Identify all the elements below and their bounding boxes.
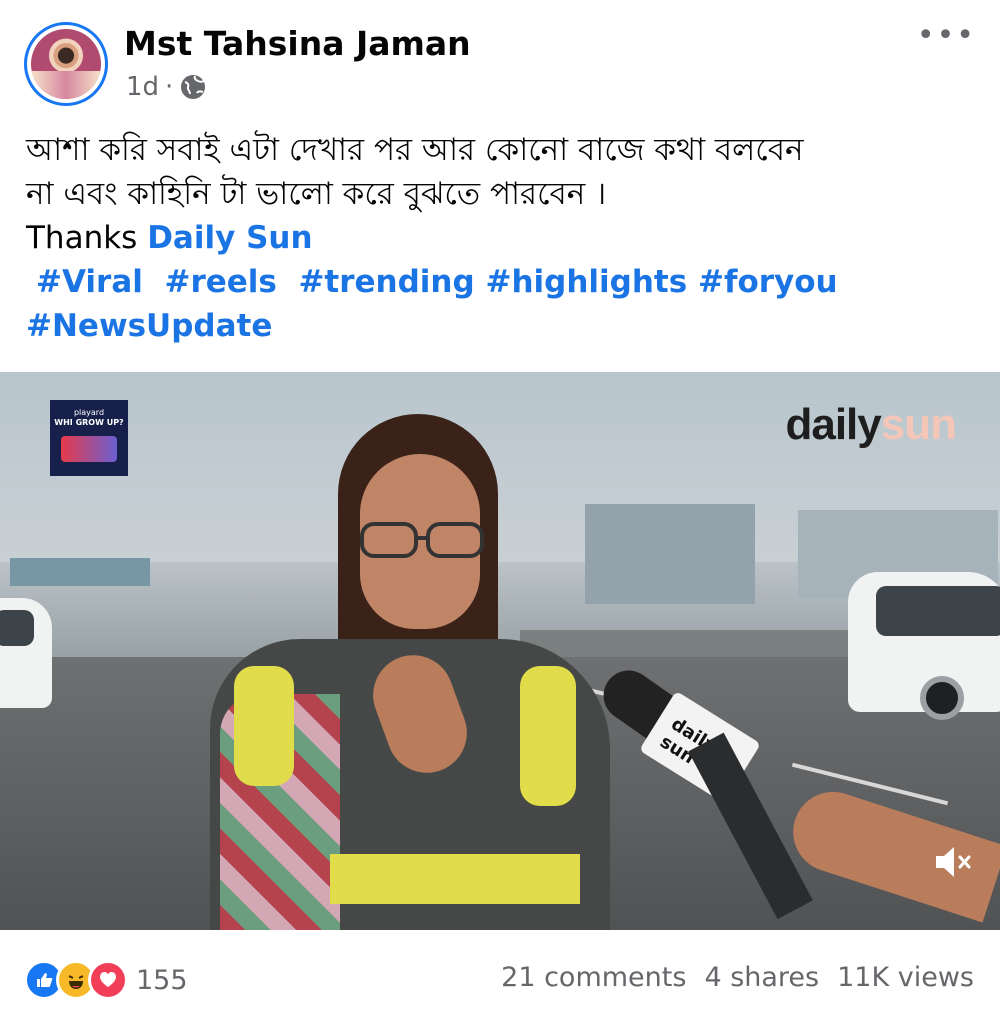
vest-stripe <box>234 666 294 786</box>
avatar-photo <box>31 29 101 99</box>
car-wheel <box>920 676 964 720</box>
badge-line-1: playard <box>73 408 105 417</box>
vest-stripe <box>520 666 576 806</box>
video-player[interactable]: daily sun playard WHI GROW UP? dailysun <box>0 372 1000 930</box>
watermark-accent: sun <box>880 400 957 449</box>
post-time[interactable]: 1d <box>126 72 159 102</box>
car <box>0 598 52 708</box>
post-header: Mst Tahsina Jaman 1d · ••• <box>0 0 1000 112</box>
daily-sun-link[interactable]: Daily Sun <box>147 220 312 256</box>
globe-icon <box>181 75 206 99</box>
caption-line-2: না এবং কাহিনি টা ভালো করে বুঝতে পারবেন । <box>26 176 607 212</box>
caption-line-1: আশা করি সবাই এটা দেখার পর আর কোনো বাজে ক… <box>26 132 804 168</box>
love-reaction-icon <box>88 960 128 1000</box>
meta-separator: · <box>165 72 174 102</box>
car-window <box>0 610 34 646</box>
reactions-summary[interactable]: 155 <box>24 960 188 1000</box>
microphone: daily sun <box>593 660 813 920</box>
vest-stripe <box>330 854 580 904</box>
author-avatar[interactable] <box>24 22 108 106</box>
post-caption: আশা করি সবাই এটা দেখার পর আর কোনো বাজে ক… <box>26 128 976 348</box>
interviewee <box>210 414 630 930</box>
thanks-label: Thanks <box>26 220 138 256</box>
comments-count[interactable]: 21 comments <box>501 962 686 993</box>
badge-art <box>61 436 117 462</box>
author-name[interactable]: Mst Tahsina Jaman <box>124 24 471 63</box>
car-window <box>876 586 1000 636</box>
thanks-line: Thanks Daily Sun <box>26 216 976 260</box>
post-meta: 1d · <box>126 72 207 102</box>
playard-badge: playard WHI GROW UP? <box>50 400 128 476</box>
watermark-main: daily <box>785 400 881 449</box>
daily-sun-watermark: dailysun <box>785 400 957 450</box>
car <box>848 572 1000 720</box>
hashtags-line-1[interactable]: #Viral #reels #trending #highlights #for… <box>26 260 976 304</box>
hashtags-line-2[interactable]: #NewsUpdate <box>26 304 976 348</box>
more-icon[interactable]: ••• <box>917 21 976 51</box>
muted-speaker-icon[interactable] <box>932 840 976 884</box>
views-count: 11K views <box>837 962 974 993</box>
engagement-stats: 21 comments 4 shares 11K views <box>501 962 974 993</box>
reaction-count: 155 <box>136 964 188 996</box>
glasses <box>360 522 484 558</box>
shares-count[interactable]: 4 shares <box>704 962 819 993</box>
badge-line-2: WHI GROW UP? <box>54 418 124 427</box>
video-building <box>10 558 150 586</box>
post-footer: 155 21 comments 4 shares 11K views <box>0 930 1000 1024</box>
